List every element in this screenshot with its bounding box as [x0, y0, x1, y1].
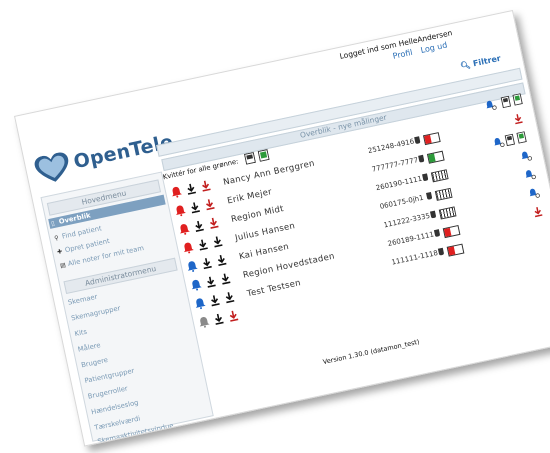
note-icon: ▤: [59, 261, 67, 270]
search-icon: ⚲: [53, 234, 60, 243]
phone-green-icon[interactable]: [512, 93, 525, 106]
cup-icon: [429, 210, 437, 219]
acknowledge-phone-icon[interactable]: [243, 151, 256, 165]
sidebar-item-patientgrupper[interactable]: Patientgrupper: [84, 367, 135, 385]
acknowledge-green-icon[interactable]: [257, 149, 270, 162]
version-footer: Version 1.30.0 (datamon_test): [322, 337, 421, 367]
measurement-status-icon[interactable]: [438, 206, 457, 220]
download-icon[interactable]: [226, 309, 240, 323]
bell-icon[interactable]: [197, 315, 211, 329]
sidebar-item-brugere[interactable]: Brugere: [81, 356, 109, 369]
measurement-status-fill: [424, 134, 432, 144]
download-icon[interactable]: [192, 219, 206, 233]
sidebar-item-brugerroller[interactable]: Brugerroller: [87, 384, 128, 400]
cup-icon: [418, 154, 425, 163]
measurement-status-icon[interactable]: [434, 187, 453, 201]
measurement-status-icon[interactable]: [446, 243, 465, 257]
measurement-status-icon[interactable]: [442, 224, 461, 239]
search-icon: 🔍︎: [459, 60, 472, 71]
download-icon[interactable]: [214, 253, 228, 267]
bell-person-icon[interactable]: [492, 136, 505, 149]
sidebar-item-kits[interactable]: Kits: [74, 328, 88, 338]
bell-icon[interactable]: [173, 203, 187, 217]
cup-icon: [433, 229, 441, 238]
download-icon[interactable]: [188, 200, 202, 214]
bell-person-icon[interactable]: [527, 187, 540, 200]
measurement-status-fill: [439, 207, 456, 219]
bell-icon[interactable]: [189, 278, 203, 292]
download-icon[interactable]: [204, 275, 218, 289]
download-red-icon[interactable]: [512, 112, 525, 125]
bell-icon[interactable]: [193, 296, 207, 310]
bell-icon[interactable]: [177, 222, 191, 236]
bell-icon[interactable]: [169, 185, 183, 199]
measurement-status-fill: [447, 246, 456, 256]
measurement-status-icon[interactable]: [422, 132, 441, 146]
heart-logo-icon: [34, 152, 69, 182]
phone-icon[interactable]: [500, 95, 513, 109]
download-icon[interactable]: [203, 197, 217, 211]
download-icon[interactable]: [196, 237, 210, 251]
download-icon[interactable]: [218, 271, 232, 285]
app-window: Logget ind som HelleAndersen Profil Log …: [14, 9, 550, 447]
phone-icon: ▯: [50, 219, 56, 228]
download-icon[interactable]: [208, 293, 222, 307]
profile-link[interactable]: Profil: [392, 48, 413, 61]
measurement-status-icon[interactable]: [430, 169, 449, 183]
download-icon[interactable]: [210, 234, 224, 248]
sidebar-item-skemagrupper[interactable]: Skemagrupper: [71, 304, 122, 322]
sidebar-item-malere[interactable]: Målere: [77, 341, 101, 354]
filter-label: Filtrer: [472, 53, 502, 69]
bell-icon[interactable]: [181, 241, 195, 255]
measurement-status-icon[interactable]: [426, 150, 445, 164]
cup-icon: [414, 136, 421, 145]
download-icon[interactable]: [199, 179, 213, 193]
download-icon[interactable]: [200, 256, 214, 270]
filter-button[interactable]: 🔍︎ Filtrer: [460, 54, 502, 71]
download-icon[interactable]: [222, 290, 236, 304]
phone-icon[interactable]: [504, 133, 517, 147]
download-icon[interactable]: [206, 216, 220, 230]
bell-person-icon[interactable]: [484, 99, 497, 112]
sidebar-item-label: Find patient: [61, 224, 103, 241]
sidebar-item-label: Overblik: [58, 211, 92, 226]
sidebar-item-haendelseslog[interactable]: Hændelseslog: [90, 398, 139, 416]
patient-cpr: 251248-4916: [367, 137, 415, 156]
cup-icon: [437, 247, 445, 256]
measurement-status-fill: [443, 227, 452, 237]
cup-icon: [426, 191, 433, 200]
phone-green-icon[interactable]: [516, 131, 529, 144]
plus-icon: ✚: [56, 248, 63, 256]
measurement-status-fill: [436, 189, 452, 200]
sidebar-item-skemaer[interactable]: Skemaer: [67, 293, 98, 307]
measurement-status-fill: [428, 153, 436, 163]
download-red-icon[interactable]: [531, 205, 544, 218]
bell-person-icon[interactable]: [523, 168, 536, 181]
cup-icon: [422, 173, 429, 182]
measurement-status-fill: [432, 170, 448, 182]
bell-icon[interactable]: [185, 259, 199, 273]
download-icon[interactable]: [212, 312, 226, 326]
bell-person-icon[interactable]: [519, 149, 532, 162]
download-icon[interactable]: [184, 182, 198, 196]
